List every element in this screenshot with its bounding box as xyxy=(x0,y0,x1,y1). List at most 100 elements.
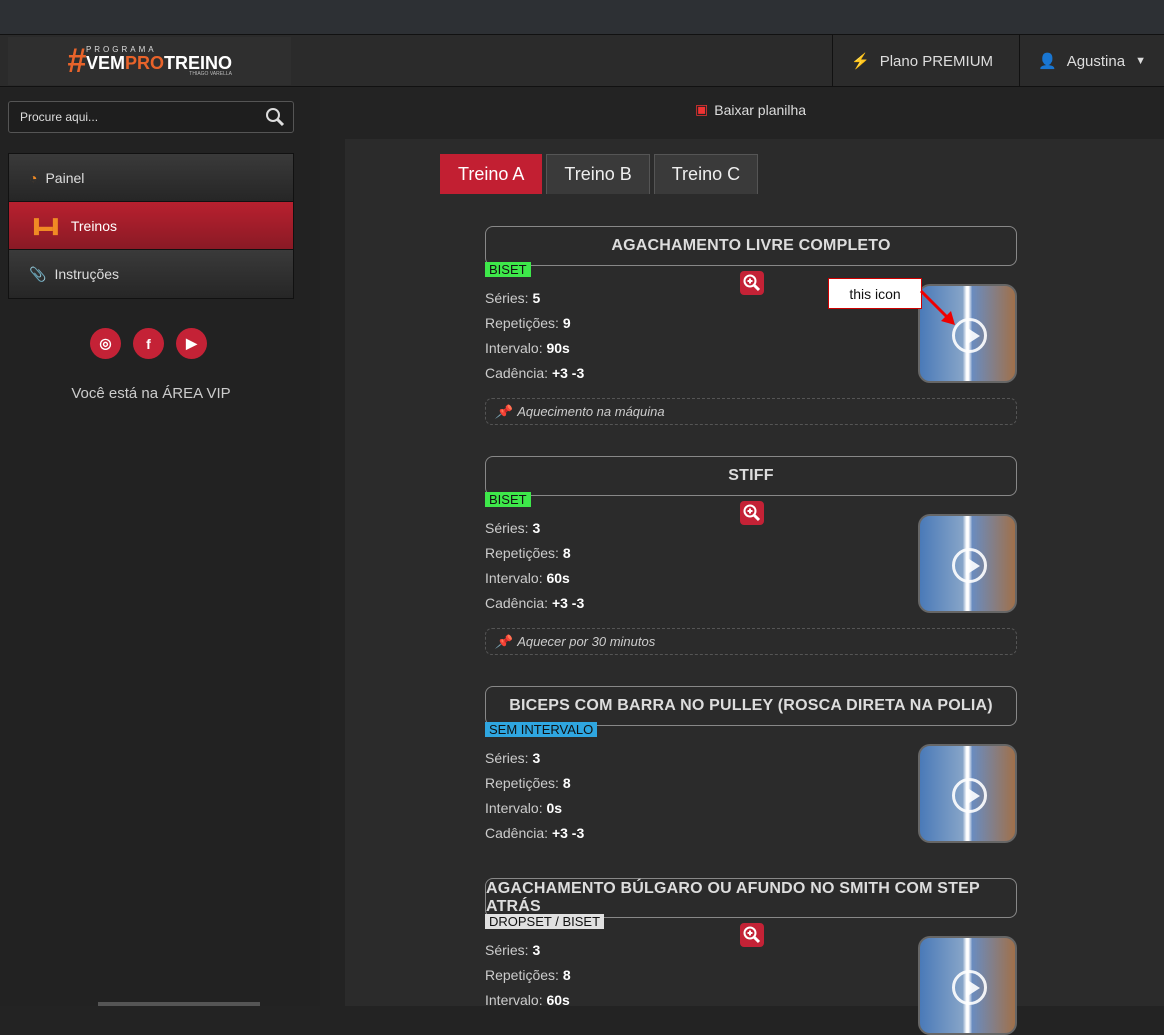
exercise-card: AGACHAMENTO LIVRE COMPLETO BISET Séries:… xyxy=(485,226,1017,425)
sidebar-item-label: Painel xyxy=(45,169,85,186)
sidebar-item-painel[interactable]: ◔ Painel xyxy=(9,154,293,202)
bolt-icon: ⚡ xyxy=(851,53,870,70)
logo[interactable]: # PROGRAMA VEMPROTREINO THIAGO VARELLA xyxy=(8,37,291,85)
logo-a: VEM xyxy=(85,52,125,73)
tab-treino-a[interactable]: Treino A xyxy=(440,154,543,194)
browser-top-strip xyxy=(0,0,1164,35)
tab-treino-b[interactable]: Treino B xyxy=(546,154,650,194)
play-icon[interactable] xyxy=(952,548,987,583)
reps-value: 8 xyxy=(562,545,571,561)
search-input[interactable]: Procure aqui... xyxy=(8,101,294,133)
note-text: Aquecer por 30 minutos xyxy=(517,634,656,649)
exercise-badge: BISET xyxy=(485,492,531,507)
interval-label: Intervalo: xyxy=(485,800,543,816)
exercise-stats: Séries: 3 Repetições: 8 Intervalo: 60s xyxy=(485,938,571,1013)
dashboard-icon: ◔ xyxy=(29,169,38,186)
zoom-in-icon[interactable] xyxy=(740,923,764,947)
series-label: Séries: xyxy=(485,942,529,958)
premium-plan-button[interactable]: ⚡ Plano PREMIUM xyxy=(832,35,1020,87)
main-content xyxy=(345,139,1164,1006)
logo-c: TREINO xyxy=(163,52,232,73)
video-thumbnail[interactable] xyxy=(918,936,1017,1035)
exercise-card: STIFF BISET Séries: 3 Repetições: 8 Inte… xyxy=(485,456,1017,655)
reps-label: Repetições: xyxy=(485,967,559,983)
exercise-title: AGACHAMENTO BÚLGARO OU AFUNDO NO SMITH C… xyxy=(485,878,1017,918)
series-value: 3 xyxy=(532,520,541,536)
interval-value: 90s xyxy=(546,340,570,356)
interval-label: Intervalo: xyxy=(485,570,543,586)
dumbbell-icon: ▐▬▌ xyxy=(29,217,63,234)
facebook-icon[interactable]: f xyxy=(133,328,164,359)
interval-value: 0s xyxy=(546,800,563,816)
scrollbar[interactable] xyxy=(98,1002,260,1006)
zoom-in-icon[interactable] xyxy=(740,271,764,295)
reps-value: 8 xyxy=(562,775,571,791)
series-value: 3 xyxy=(532,942,541,958)
exercise-badge: BISET xyxy=(485,262,531,277)
exercise-title: BICEPS COM BARRA NO PULLEY (ROSCA DIRETA… xyxy=(485,686,1017,726)
logo-b: PRO xyxy=(124,52,164,73)
exercise-note: 📌 Aquecimento na máquina xyxy=(485,398,1017,425)
cadence-value: +3 -3 xyxy=(551,365,585,381)
exercise-card: AGACHAMENTO BÚLGARO OU AFUNDO NO SMITH C… xyxy=(485,878,1017,1035)
reps-value: 8 xyxy=(562,967,571,983)
chevron-down-icon: ▼ xyxy=(1135,55,1146,67)
paperclip-icon: 📎 xyxy=(29,265,47,282)
exercise-note: 📌 Aquecer por 30 minutos xyxy=(485,628,1017,655)
play-icon[interactable] xyxy=(952,970,987,1005)
header: # PROGRAMA VEMPROTREINO THIAGO VARELLA ⚡… xyxy=(0,35,1164,87)
sidebar-item-treinos[interactable]: ▐▬▌ Treinos xyxy=(9,202,293,250)
youtube-icon[interactable]: ▶ xyxy=(176,328,207,359)
sidebar-item-label: Treinos xyxy=(70,217,118,234)
tab-treino-c[interactable]: Treino C xyxy=(653,154,759,194)
cadence-value: +3 -3 xyxy=(551,595,585,611)
user-icon: 👤 xyxy=(1038,53,1057,70)
pdf-icon: ▣ xyxy=(695,101,709,117)
exercise-title: AGACHAMENTO LIVRE COMPLETO xyxy=(485,226,1017,266)
sidebar-menu: ◔ Painel ▐▬▌ Treinos 📎 Instruções xyxy=(8,153,294,299)
user-menu[interactable]: 👤 Agustina ▼ xyxy=(1019,35,1164,87)
vip-text: Você está na ÁREA VIP xyxy=(71,385,231,402)
cadence-label: Cadência: xyxy=(485,825,549,841)
reps-label: Repetições: xyxy=(485,545,559,561)
note-text: Aquecimento na máquina xyxy=(517,404,665,419)
annotation-callout: this icon xyxy=(828,278,922,309)
search-icon[interactable] xyxy=(265,107,285,127)
series-label: Séries: xyxy=(485,290,529,306)
annotation-arrow-icon xyxy=(919,289,955,325)
logo-sig: THIAGO VARELLA xyxy=(189,70,232,77)
series-value: 5 xyxy=(532,290,541,306)
interval-label: Intervalo: xyxy=(485,340,543,356)
sidebar-item-instrucoes[interactable]: 📎 Instruções xyxy=(9,250,293,298)
reps-value: 9 xyxy=(562,315,571,331)
series-label: Séries: xyxy=(485,750,529,766)
search-placeholder: Procure aqui... xyxy=(20,110,99,124)
series-label: Séries: xyxy=(485,520,529,536)
exercise-title: STIFF xyxy=(485,456,1017,496)
user-name: Agustina xyxy=(1066,52,1126,70)
plan-label: Plano PREMIUM xyxy=(879,52,994,70)
exercise-card: BICEPS COM BARRA NO PULLEY (ROSCA DIRETA… xyxy=(485,686,1017,843)
instagram-icon[interactable]: ◎ xyxy=(90,328,121,359)
sidebar: Procure aqui... ◔ Painel ▐▬▌ Treinos 📎 Inst… xyxy=(0,88,320,1006)
pin-icon: 📌 xyxy=(495,403,512,419)
sidebar-item-label: Instruções xyxy=(54,266,120,282)
social-links: ◎ f ▶ xyxy=(90,328,207,359)
series-value: 3 xyxy=(532,750,541,766)
download-spreadsheet-link[interactable]: ▣ Baixar planilha xyxy=(695,101,806,118)
exercise-badge: DROPSET / BISET xyxy=(485,914,605,929)
video-thumbnail[interactable] xyxy=(918,744,1017,843)
video-thumbnail[interactable] xyxy=(918,514,1017,613)
exercise-stats: Séries: 3 Repetições: 8 Intervalo: 60s Ca… xyxy=(485,516,584,616)
reps-label: Repetições: xyxy=(485,315,559,331)
pin-icon: 📌 xyxy=(495,633,512,649)
zoom-in-icon[interactable] xyxy=(740,501,764,525)
download-label: Baixar planilha xyxy=(714,101,807,118)
exercise-stats: Séries: 3 Repetições: 8 Intervalo: 0s Cad… xyxy=(485,746,584,846)
reps-label: Repetições: xyxy=(485,775,559,791)
play-icon[interactable] xyxy=(952,778,987,813)
cadence-value: +3 -3 xyxy=(551,825,585,841)
logo-hash: # xyxy=(67,41,86,80)
interval-value: 60s xyxy=(546,570,570,586)
workout-tabs: Treino A Treino B Treino C xyxy=(440,154,759,194)
